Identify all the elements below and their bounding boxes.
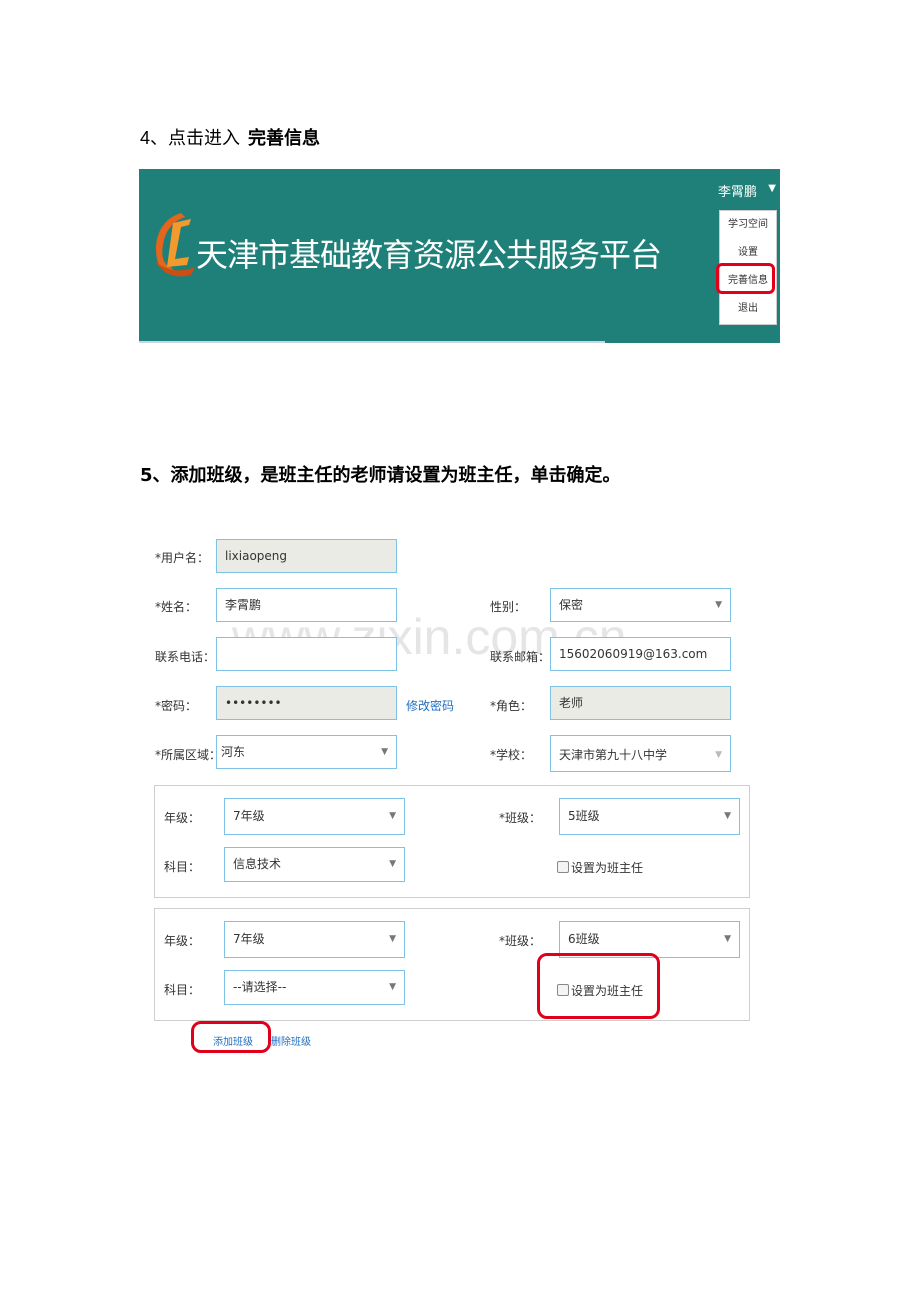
username-field[interactable]: lixiaopeng — [216, 539, 397, 573]
gender-label: 性别： — [490, 600, 527, 614]
phone-field[interactable] — [216, 637, 397, 671]
highlight-head-teacher — [537, 953, 660, 1019]
class-value: 6班级 — [568, 932, 600, 946]
head-teacher-label: 设置为班主任 — [571, 861, 644, 875]
school-label: *学校： — [490, 748, 533, 762]
chevron-down-icon: ▼ — [715, 600, 722, 610]
subject-value: --请选择-- — [233, 980, 287, 994]
profile-form: www.zixin.com.cn *用户名： lixiaopeng *姓名： 李… — [0, 0, 920, 1302]
school-value: 天津市第九十八中学 — [559, 748, 668, 762]
chevron-down-icon: ▼ — [389, 982, 396, 992]
chevron-down-icon: ▼ — [381, 747, 388, 757]
email-field[interactable]: 15602060919@163.com — [550, 637, 731, 671]
password-field[interactable]: •••••••• — [216, 686, 397, 720]
email-label: 联系邮箱： — [490, 650, 551, 664]
subject-select[interactable]: 信息技术 ▼ — [224, 847, 405, 882]
phone-label: 联系电话： — [155, 650, 216, 664]
delete-class-link[interactable]: 删除班级 — [271, 1033, 311, 1048]
highlight-add-class — [191, 1021, 271, 1053]
role-label: *角色： — [490, 699, 533, 713]
grade-select[interactable]: 7年级 ▼ — [224, 921, 405, 958]
password-label: *密码： — [155, 699, 198, 713]
role-field[interactable]: 老师 — [550, 686, 731, 720]
region-value: 河东 — [221, 745, 246, 759]
name-field[interactable]: 李霄鹏 — [216, 588, 397, 622]
username-label: *用户名： — [155, 551, 210, 565]
subject-select[interactable]: --请选择-- ▼ — [224, 970, 405, 1005]
chevron-down-icon: ▼ — [724, 934, 731, 944]
region-label: *所属区域： — [155, 748, 222, 762]
subject-label: 科目： — [164, 983, 201, 997]
subject-value: 信息技术 — [233, 857, 282, 871]
head-teacher-checkbox[interactable] — [557, 861, 569, 873]
chevron-down-icon: ▼ — [389, 934, 396, 944]
grade-label: 年级： — [164, 811, 201, 825]
chevron-down-icon: ▼ — [724, 811, 731, 821]
gender-select[interactable]: 保密 ▼ — [550, 588, 731, 622]
chevron-down-icon: ▼ — [715, 750, 722, 760]
school-select[interactable]: 天津市第九十八中学 ▼ — [550, 735, 731, 772]
class-label: *班级： — [499, 934, 542, 948]
chevron-down-icon: ▼ — [389, 859, 396, 869]
region-select[interactable]: 河东 ▼ — [216, 735, 397, 769]
class-value: 5班级 — [568, 809, 600, 823]
chevron-down-icon: ▼ — [389, 811, 396, 821]
name-label: *姓名： — [155, 600, 198, 614]
grade-value: 7年级 — [233, 932, 265, 946]
change-password-link[interactable]: 修改密码 — [406, 697, 454, 714]
grade-value: 7年级 — [233, 809, 265, 823]
grade-select[interactable]: 7年级 ▼ — [224, 798, 405, 835]
class-label: *班级： — [499, 811, 542, 825]
class-select[interactable]: 5班级 ▼ — [559, 798, 740, 835]
gender-value: 保密 — [559, 598, 584, 612]
subject-label: 科目： — [164, 860, 201, 874]
grade-label: 年级： — [164, 934, 201, 948]
